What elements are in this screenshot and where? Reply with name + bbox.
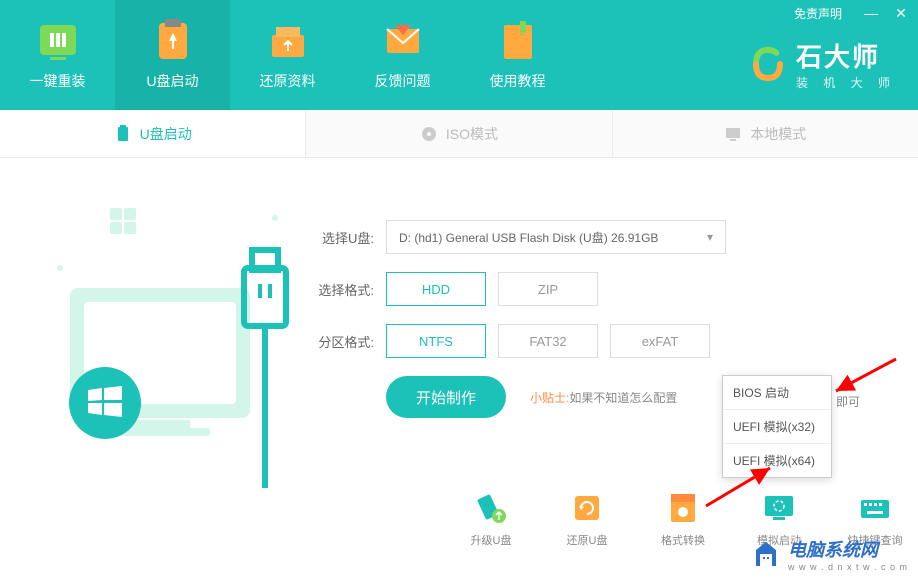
brand-logo-icon <box>748 44 788 84</box>
usb-select[interactable]: D: (hd1) General USB Flash Disk (U盘) 26.… <box>386 220 726 254</box>
format-zip-button[interactable]: ZIP <box>498 272 598 306</box>
nav-usb-boot[interactable]: U盘启动 <box>115 0 230 110</box>
partition-fat32-button[interactable]: FAT32 <box>498 324 598 358</box>
tip-text: 小贴士:如果不知道怎么配置 <box>530 389 677 406</box>
nav-feedback[interactable]: 反馈问题 <box>345 0 460 110</box>
tip-suffix: 即可 <box>836 393 860 410</box>
tab-label: ISO模式 <box>446 124 498 144</box>
tip-label: 小贴士: <box>530 391 569 405</box>
nav-label: U盘启动 <box>146 71 198 91</box>
row-select-usb: 选择U盘: D: (hd1) General USB Flash Disk (U… <box>310 220 878 254</box>
feedback-icon <box>381 19 425 63</box>
tool-upgrade[interactable]: 升级U盘 <box>458 490 524 548</box>
tool-label: 格式转换 <box>661 532 705 548</box>
hotkey-icon <box>857 490 893 526</box>
brand-title: 石大师 <box>796 37 896 74</box>
window-controls: 免责声明 — ✕ <box>794 4 910 22</box>
popup-uefi64[interactable]: UEFI 模拟(x64) <box>723 444 831 477</box>
label-select-usb: 选择U盘: <box>310 228 374 247</box>
nav-tutorial[interactable]: 使用教程 <box>460 0 575 110</box>
nav-reinstall[interactable]: 一键重装 <box>0 0 115 110</box>
header: 免责声明 — ✕ 一键重装 U盘启动 还原资料 反馈问题 使用教程 <box>0 0 918 110</box>
popup-bios[interactable]: BIOS 启动 <box>723 376 831 410</box>
nav-label: 一键重装 <box>30 71 86 91</box>
close-button[interactable]: ✕ <box>892 4 910 22</box>
watermark: 电脑系统网 w w w . d n x t w . c o m <box>750 536 908 572</box>
nav-restore[interactable]: 还原资料 <box>230 0 345 110</box>
minimize-button[interactable]: — <box>862 4 880 22</box>
format-hdd-button[interactable]: HDD <box>386 272 486 306</box>
convert-icon <box>665 490 701 526</box>
partition-exfat-button[interactable]: exFAT <box>610 324 710 358</box>
tip-body: 如果不知道怎么配置 <box>569 391 677 405</box>
simulate-boot-popup: BIOS 启动 UEFI 模拟(x32) UEFI 模拟(x64) <box>722 375 832 478</box>
brand-subtitle: 装 机 大 师 <box>796 74 896 91</box>
usb-icon <box>114 125 132 143</box>
tool-label: 升级U盘 <box>471 532 512 548</box>
upgrade-usb-icon <box>473 490 509 526</box>
tab-local[interactable]: 本地模式 <box>613 110 918 157</box>
tab-label: U盘启动 <box>140 124 192 144</box>
label-partition: 分区格式: <box>310 332 374 351</box>
tab-iso[interactable]: ISO模式 <box>306 110 612 157</box>
caret-down-icon: ▾ <box>707 230 713 244</box>
row-partition: 分区格式: NTFS FAT32 exFAT <box>310 324 878 358</box>
partition-ntfs-button[interactable]: NTFS <box>386 324 486 358</box>
tutorial-icon <box>496 19 540 63</box>
usb-select-value: D: (hd1) General USB Flash Disk (U盘) 26.… <box>399 229 658 246</box>
row-format: 选择格式: HDD ZIP <box>310 272 878 306</box>
reinstall-icon <box>36 19 80 63</box>
tab-usb-boot[interactable]: U盘启动 <box>0 110 306 157</box>
watermark-url: w w w . d n x t w . c o m <box>788 562 908 572</box>
nav-label: 使用教程 <box>490 71 546 91</box>
disclaimer-link[interactable]: 免责声明 <box>794 5 842 22</box>
mode-tabs: U盘启动 ISO模式 本地模式 <box>0 110 918 158</box>
nav-label: 还原资料 <box>260 71 316 91</box>
usb-boot-icon <box>151 19 195 63</box>
simulate-icon <box>761 490 797 526</box>
restore-usb-icon <box>569 490 605 526</box>
watermark-title: 电脑系统网 <box>788 536 908 562</box>
tool-restore-usb[interactable]: 还原U盘 <box>554 490 620 548</box>
illustration <box>30 188 310 488</box>
restore-icon <box>266 19 310 63</box>
local-icon <box>724 125 742 143</box>
tool-label: 还原U盘 <box>567 532 608 548</box>
watermark-icon <box>750 538 782 570</box>
tab-label: 本地模式 <box>750 124 806 144</box>
iso-icon <box>420 125 438 143</box>
tool-convert[interactable]: 格式转换 <box>650 490 716 548</box>
start-button[interactable]: 开始制作 <box>386 376 506 418</box>
popup-uefi32[interactable]: UEFI 模拟(x32) <box>723 410 831 444</box>
nav-label: 反馈问题 <box>375 71 431 91</box>
label-format: 选择格式: <box>310 280 374 299</box>
